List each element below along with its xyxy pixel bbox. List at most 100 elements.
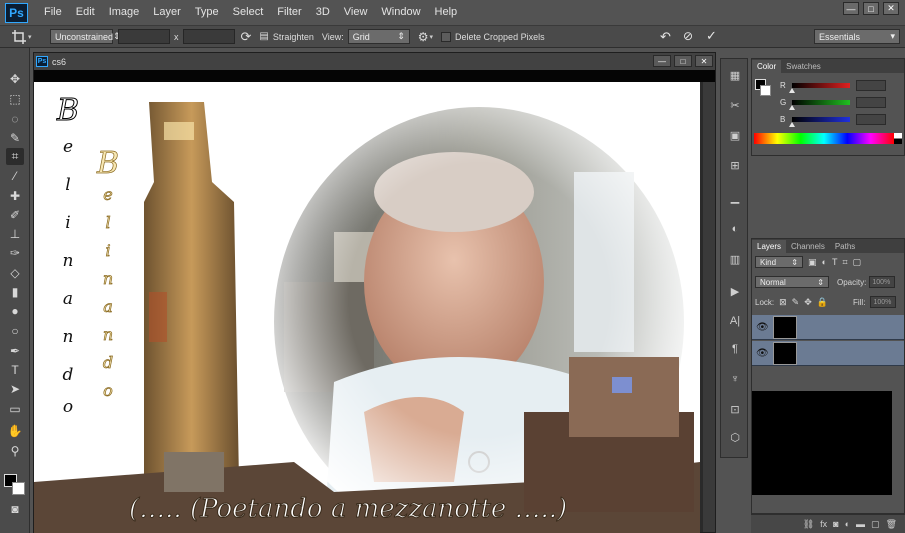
straighten-icon[interactable]: ▤	[259, 31, 268, 42]
new-group-icon[interactable]: ▬	[856, 519, 865, 529]
delete-cropped-checkbox[interactable]	[441, 31, 452, 42]
commit-icon[interactable]: ✓	[706, 28, 717, 44]
visibility-eye-icon[interactable]: 👁	[756, 348, 769, 359]
tab-layers[interactable]: Layers	[752, 240, 787, 253]
path-select-tool-icon[interactable]: ➤	[6, 380, 24, 397]
menu-filter[interactable]: Filter	[270, 0, 308, 25]
adjustments-icon[interactable]: ♆	[726, 371, 744, 387]
tab-channels[interactable]: Channels	[786, 240, 830, 253]
info-icon[interactable]: ▥	[726, 251, 744, 267]
clone-source-icon[interactable]: ⊞	[726, 157, 744, 173]
lock-position-icon[interactable]: ✥	[804, 297, 812, 308]
history-panel-icon[interactable]: ▦	[726, 67, 744, 83]
visibility-eye-icon[interactable]: 👁	[756, 322, 769, 333]
hand-tool-icon[interactable]: ✋	[6, 422, 24, 439]
menu-edit[interactable]: Edit	[69, 0, 102, 25]
pen-tool-icon[interactable]: ✒	[6, 342, 24, 359]
kind-select[interactable]: Kind ⇕	[755, 256, 803, 268]
tab-paths[interactable]: Paths	[830, 240, 860, 253]
ramp-white-black[interactable]	[894, 133, 902, 144]
link-layers-icon[interactable]: ⛓	[803, 519, 814, 530]
filter-pixel-icon[interactable]: ▣	[808, 257, 817, 268]
filter-type-icon[interactable]: T	[832, 257, 838, 267]
gradient-tool-icon[interactable]: ▮	[6, 283, 24, 300]
blue-slider[interactable]	[789, 116, 850, 127]
green-value-field[interactable]	[856, 96, 886, 108]
lock-image-icon[interactable]: ✎	[792, 297, 800, 308]
document-tab[interactable]: Ps cs6	[36, 56, 66, 67]
history-brush-tool-icon[interactable]: ✑	[6, 244, 24, 261]
document-minimize-button[interactable]: —	[653, 55, 671, 67]
lasso-tool-icon[interactable]: ◌	[6, 110, 24, 127]
document-titlebar[interactable]: Ps cs6 — □ ✕	[34, 53, 715, 70]
eyedropper-tool-icon[interactable]: ⁄	[6, 167, 24, 184]
tab-swatches[interactable]: Swatches	[781, 60, 826, 73]
move-tool-icon[interactable]: ✥	[6, 70, 24, 87]
ratio-select[interactable]: Unconstrained ⇕	[50, 29, 121, 44]
layer-row[interactable]: 👁	[752, 341, 904, 366]
workspace-select[interactable]: Essentials ▾	[814, 29, 900, 44]
stamp-tool-icon[interactable]: ⊥	[6, 225, 24, 242]
paragraph-icon[interactable]: ¶	[726, 341, 744, 357]
zoom-tool-icon[interactable]: ⚲	[6, 442, 24, 459]
styles-icon[interactable]: ⊡	[726, 401, 744, 417]
blur-tool-icon[interactable]: ●	[6, 302, 24, 319]
navigator-icon[interactable]: ◐	[726, 221, 744, 237]
tool-presets-icon[interactable]: ✂	[726, 97, 744, 113]
menu-type[interactable]: Type	[188, 0, 226, 25]
add-mask-icon[interactable]: ◙	[833, 519, 838, 529]
menu-3d[interactable]: 3D	[309, 0, 337, 25]
green-slider[interactable]	[789, 99, 850, 110]
minimize-button[interactable]: —	[843, 2, 859, 15]
blue-value-field[interactable]	[856, 113, 886, 125]
crop-width-field[interactable]	[118, 29, 170, 44]
document-maximize-button[interactable]: □	[674, 55, 692, 67]
color-spectrum-ramp[interactable]	[754, 133, 894, 144]
healing-tool-icon[interactable]: ✚	[6, 187, 24, 204]
layer-row[interactable]: 👁	[752, 315, 904, 340]
crop-tool-preset-icon[interactable]: ▾	[12, 29, 38, 44]
menu-layer[interactable]: Layer	[146, 0, 188, 25]
shape-tool-icon[interactable]: ▭	[6, 400, 24, 417]
menu-file[interactable]: File	[37, 0, 69, 25]
canvas[interactable]: B e l i n a n d o B e l i n a n d o (…..…	[34, 82, 700, 533]
blend-mode-select[interactable]: Normal ⇕	[755, 276, 829, 288]
close-button[interactable]: ✕	[883, 2, 899, 15]
character-icon[interactable]: A|	[726, 313, 744, 329]
menu-select[interactable]: Select	[226, 0, 271, 25]
menu-view[interactable]: View	[337, 0, 375, 25]
chevron-down-icon[interactable]: ▾	[430, 33, 434, 41]
red-value-field[interactable]	[856, 79, 886, 91]
brush-panel-icon[interactable]: ▣	[726, 127, 744, 143]
swap-icon[interactable]: ⟳	[241, 29, 252, 45]
fx-icon[interactable]: fx	[820, 519, 827, 529]
dodge-tool-icon[interactable]: ○	[6, 322, 24, 339]
adjustment-layer-icon[interactable]: ◐	[845, 519, 850, 529]
lock-all-icon[interactable]: 🔒	[817, 297, 828, 308]
crop-tool-icon[interactable]: ⌗	[6, 148, 24, 165]
brush-tool-icon[interactable]: ✐	[6, 206, 24, 223]
fill-field[interactable]: 100%	[870, 296, 897, 308]
3d-panel-icon[interactable]: ⬡	[726, 429, 744, 445]
histogram-icon[interactable]: ▁	[726, 189, 744, 205]
menu-window[interactable]: Window	[374, 0, 427, 25]
filter-smart-object-icon[interactable]: ▢	[853, 257, 862, 268]
marquee-tool-icon[interactable]: ⬚	[6, 90, 24, 107]
crop-height-field[interactable]	[182, 29, 235, 44]
tab-color[interactable]: Color	[752, 60, 782, 73]
background-color-swatch[interactable]	[12, 482, 25, 495]
menu-help[interactable]: Help	[428, 0, 465, 25]
document-vertical-scrollbar[interactable]	[703, 82, 715, 532]
trash-icon[interactable]: 🗑	[886, 519, 897, 530]
view-select[interactable]: Grid ⇕	[347, 29, 410, 44]
maximize-button[interactable]: □	[863, 2, 879, 15]
reset-icon[interactable]: ↶	[660, 29, 671, 45]
filter-adjustment-icon[interactable]: ◐	[822, 257, 827, 267]
lock-transparent-icon[interactable]: ⊠	[779, 297, 787, 308]
quick-select-tool-icon[interactable]: ✎	[6, 129, 24, 146]
slider-thumb[interactable]	[789, 104, 795, 110]
straighten-label[interactable]: Straighten	[269, 32, 318, 42]
opacity-field[interactable]: 100%	[869, 276, 896, 288]
actions-icon[interactable]: ▶	[726, 283, 744, 299]
type-tool-icon[interactable]: T	[6, 361, 24, 378]
